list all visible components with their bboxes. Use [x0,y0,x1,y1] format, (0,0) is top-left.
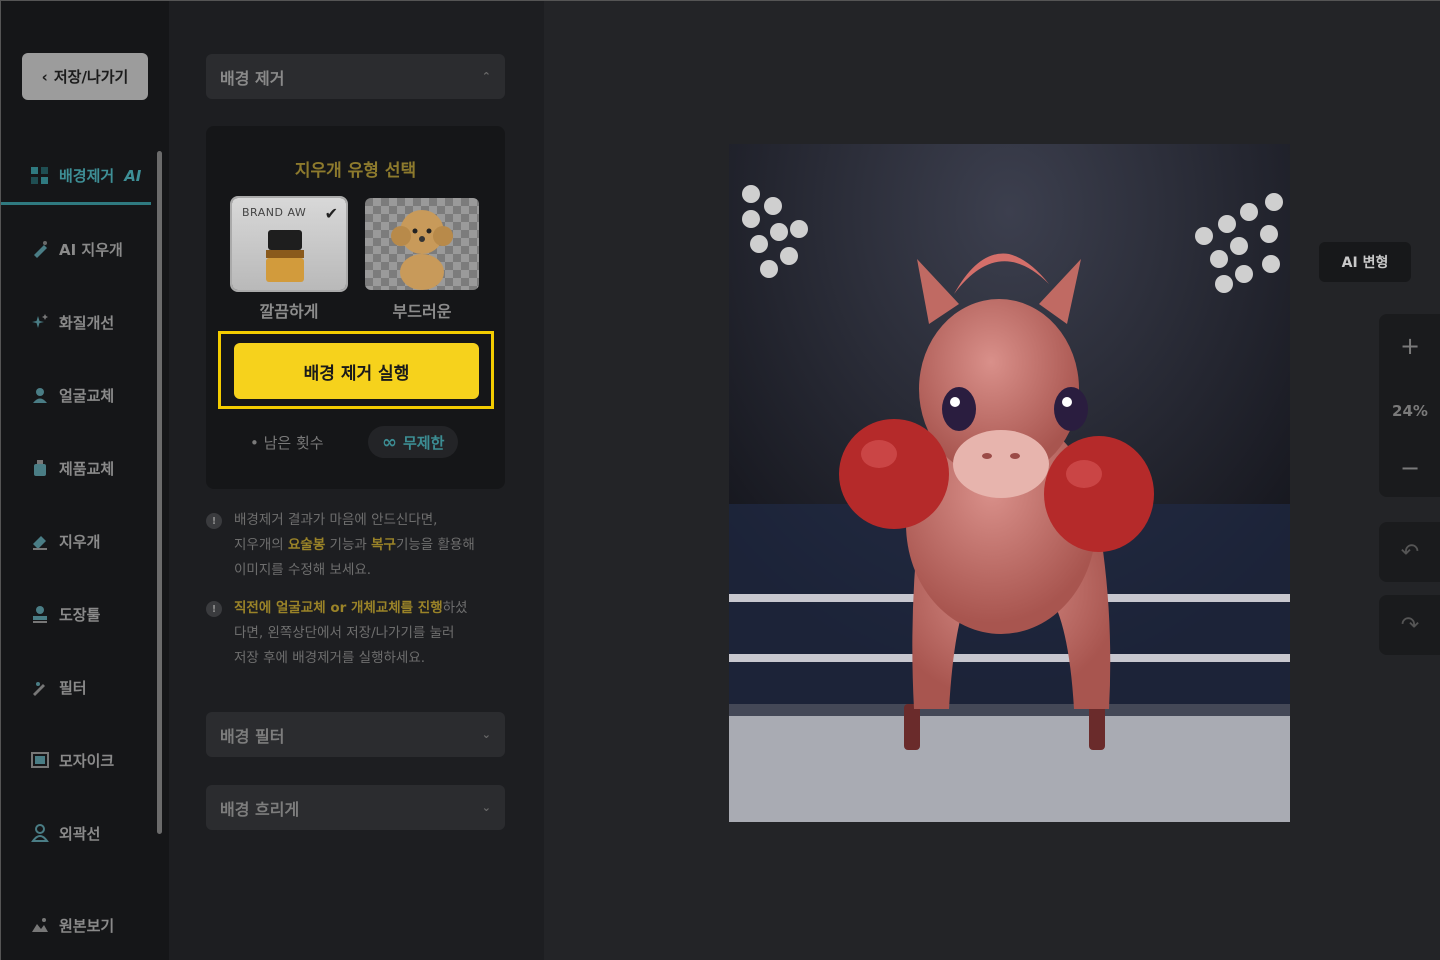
chevron-down-icon: ⌄ [481,801,491,814]
info-icon: ! [206,513,222,529]
remaining-count-label: • 남은 횟수 [250,434,324,452]
mosaic-icon [29,749,51,771]
note-text: 이미지를 수정해 보세요. [234,562,372,578]
ai-transform-button[interactable]: AI 변형 [1319,242,1411,282]
remaining-value: 무제한 [403,433,445,452]
save-exit-button[interactable]: ‹ 저장/나가기 [22,53,148,100]
outline-person-icon [29,822,51,844]
chevron-left-icon: ‹ [41,67,48,86]
ai-tag: AI [124,166,142,185]
sidebar-item-outline[interactable]: 외곽선 [1,805,151,861]
note-text: 기능을 활용해 [395,537,475,553]
sidebar-item-label: 화질개선 [59,313,115,332]
option-soft-thumbnail[interactable] [365,198,479,290]
section-title: 배경 흐리게 [220,799,300,819]
sidebar-item-product-swap[interactable]: 제품교체 [1,440,151,496]
sparkle-icon [29,311,51,333]
sidebar-item-label: 모자이크 [59,751,115,770]
run-background-remove-button[interactable]: 배경 제거 실행 [234,343,479,399]
poodle-icon [391,210,453,290]
thumbnail-brand-text: BRAND AW [242,206,307,219]
product-swap-icon [29,457,51,479]
chevron-up-icon: ⌃ [481,70,491,83]
image-icon [29,914,51,936]
sidebar-item-stamp[interactable]: 도장툴 [1,586,151,642]
tool-rail: ‹ 저장/나가기 배경제거 AI AI 지우개 화질개선 얼굴교체 제품교체 지… [1,1,169,960]
sidebar-item-label: 제품교체 [59,459,115,478]
cosmetic-jar-icon [266,230,304,282]
option-clean-label: 깔끔하게 [259,302,319,321]
stamp-icon [29,603,51,625]
help-note-2: ! 직전에 얼굴교체 or 개체교체를 진행하셨 다면, 왼쪽상단에서 저장/나… [206,596,506,671]
filter-wand-icon [29,676,51,698]
edited-image[interactable] [729,144,1290,822]
unlimited-badge: ∞ 무제한 [368,426,459,458]
tool-panel: 배경 제거 ⌃ 지우개 유형 선택 BRAND AW ✔ 깔끔하게 부드러운 배… [169,1,544,960]
redo-button[interactable]: ↷ [1379,595,1440,655]
note-highlight: 복구 [371,537,396,553]
zoom-out-button[interactable]: − [1379,454,1440,482]
chevron-down-icon: ⌄ [481,728,491,741]
note-text: 하셨 [442,600,468,616]
sidebar-item-ai-eraser[interactable]: AI 지우개 [1,221,151,277]
note-text: 배경제거 결과가 마음에 안드신다면, [234,512,438,528]
info-icon: ! [206,601,222,617]
zoom-level: 24% [1392,402,1428,420]
sidebar-item-label: AI 지우개 [59,240,123,259]
sidebar-item-label: 지우개 [59,532,101,551]
sidebar-item-label: 도장툴 [59,605,101,624]
save-exit-label: 저장/나가기 [53,68,129,86]
sidebar-item-mosaic[interactable]: 모자이크 [1,732,151,788]
note-highlight: 직전에 얼굴교체 or 개체교체를 진행 [234,600,443,616]
run-button-highlight: 배경 제거 실행 [218,331,494,409]
sidebar-scrollbar[interactable] [157,151,162,834]
sidebar-item-filter[interactable]: 필터 [1,659,151,715]
note-highlight: 요술봉 [287,537,326,553]
sidebar-item-label: 배경제거 [59,167,115,185]
boxing-pony-image [729,144,1290,822]
zoom-control: + 24% − [1379,314,1440,497]
sidebar-item-face-swap[interactable]: 얼굴교체 [1,367,151,423]
redo-icon: ↷ [1400,612,1420,638]
background-blur-section[interactable]: 배경 흐리게 ⌄ [206,785,505,830]
sidebar-item-view-original[interactable]: 원본보기 [1,897,151,953]
face-swap-icon [29,384,51,406]
background-remove-icon [29,165,51,187]
note-text: 지우개의 [234,537,288,553]
option-soft-label: 부드러운 [392,302,452,321]
sidebar-item-label: 외곽선 [59,824,101,843]
eraser-type-card: 지우개 유형 선택 BRAND AW ✔ 깔끔하게 부드러운 배경 제거 실행 … [206,126,505,489]
background-remove-section-header[interactable]: 배경 제거 ⌃ [206,54,505,99]
editor-window: ‹ 저장/나가기 배경제거 AI AI 지우개 화질개선 얼굴교체 제품교체 지… [0,0,1440,960]
background-filter-section[interactable]: 배경 필터 ⌄ [206,712,505,757]
undo-button[interactable]: ↶ [1379,522,1440,582]
sidebar-item-background-remove[interactable]: 배경제거 AI [1,149,151,205]
zoom-in-button[interactable]: + [1379,332,1440,360]
infinity-icon: ∞ [382,431,397,453]
note-text: 기능과 [325,537,372,553]
eraser-icon [29,530,51,552]
canvas-area: AI 변형 + 24% − ↶ ↷ [544,1,1440,960]
note-text: 다면, 왼쪽상단에서 저장/나가기를 눌러 [234,625,455,641]
undo-icon: ↶ [1400,539,1420,565]
check-icon: ✔ [324,204,338,223]
sidebar-item-label: 원본보기 [59,916,115,935]
section-title: 배경 필터 [220,726,285,746]
section-title: 배경 제거 [220,68,285,88]
help-note-1: ! 배경제거 결과가 마음에 안드신다면, 지우개의 요술봉 기능과 복구기능을… [206,508,506,583]
option-clean-thumbnail[interactable]: BRAND AW ✔ [230,196,348,292]
sidebar-item-label: 얼굴교체 [59,386,115,405]
sidebar-item-quality[interactable]: 화질개선 [1,294,151,350]
note-text: 저장 후에 배경제거를 실행하세요. [234,650,426,666]
eraser-type-title: 지우개 유형 선택 [294,161,417,181]
sidebar-item-label: 필터 [59,678,87,697]
sidebar-item-eraser[interactable]: 지우개 [1,513,151,569]
ai-eraser-icon [29,238,51,260]
